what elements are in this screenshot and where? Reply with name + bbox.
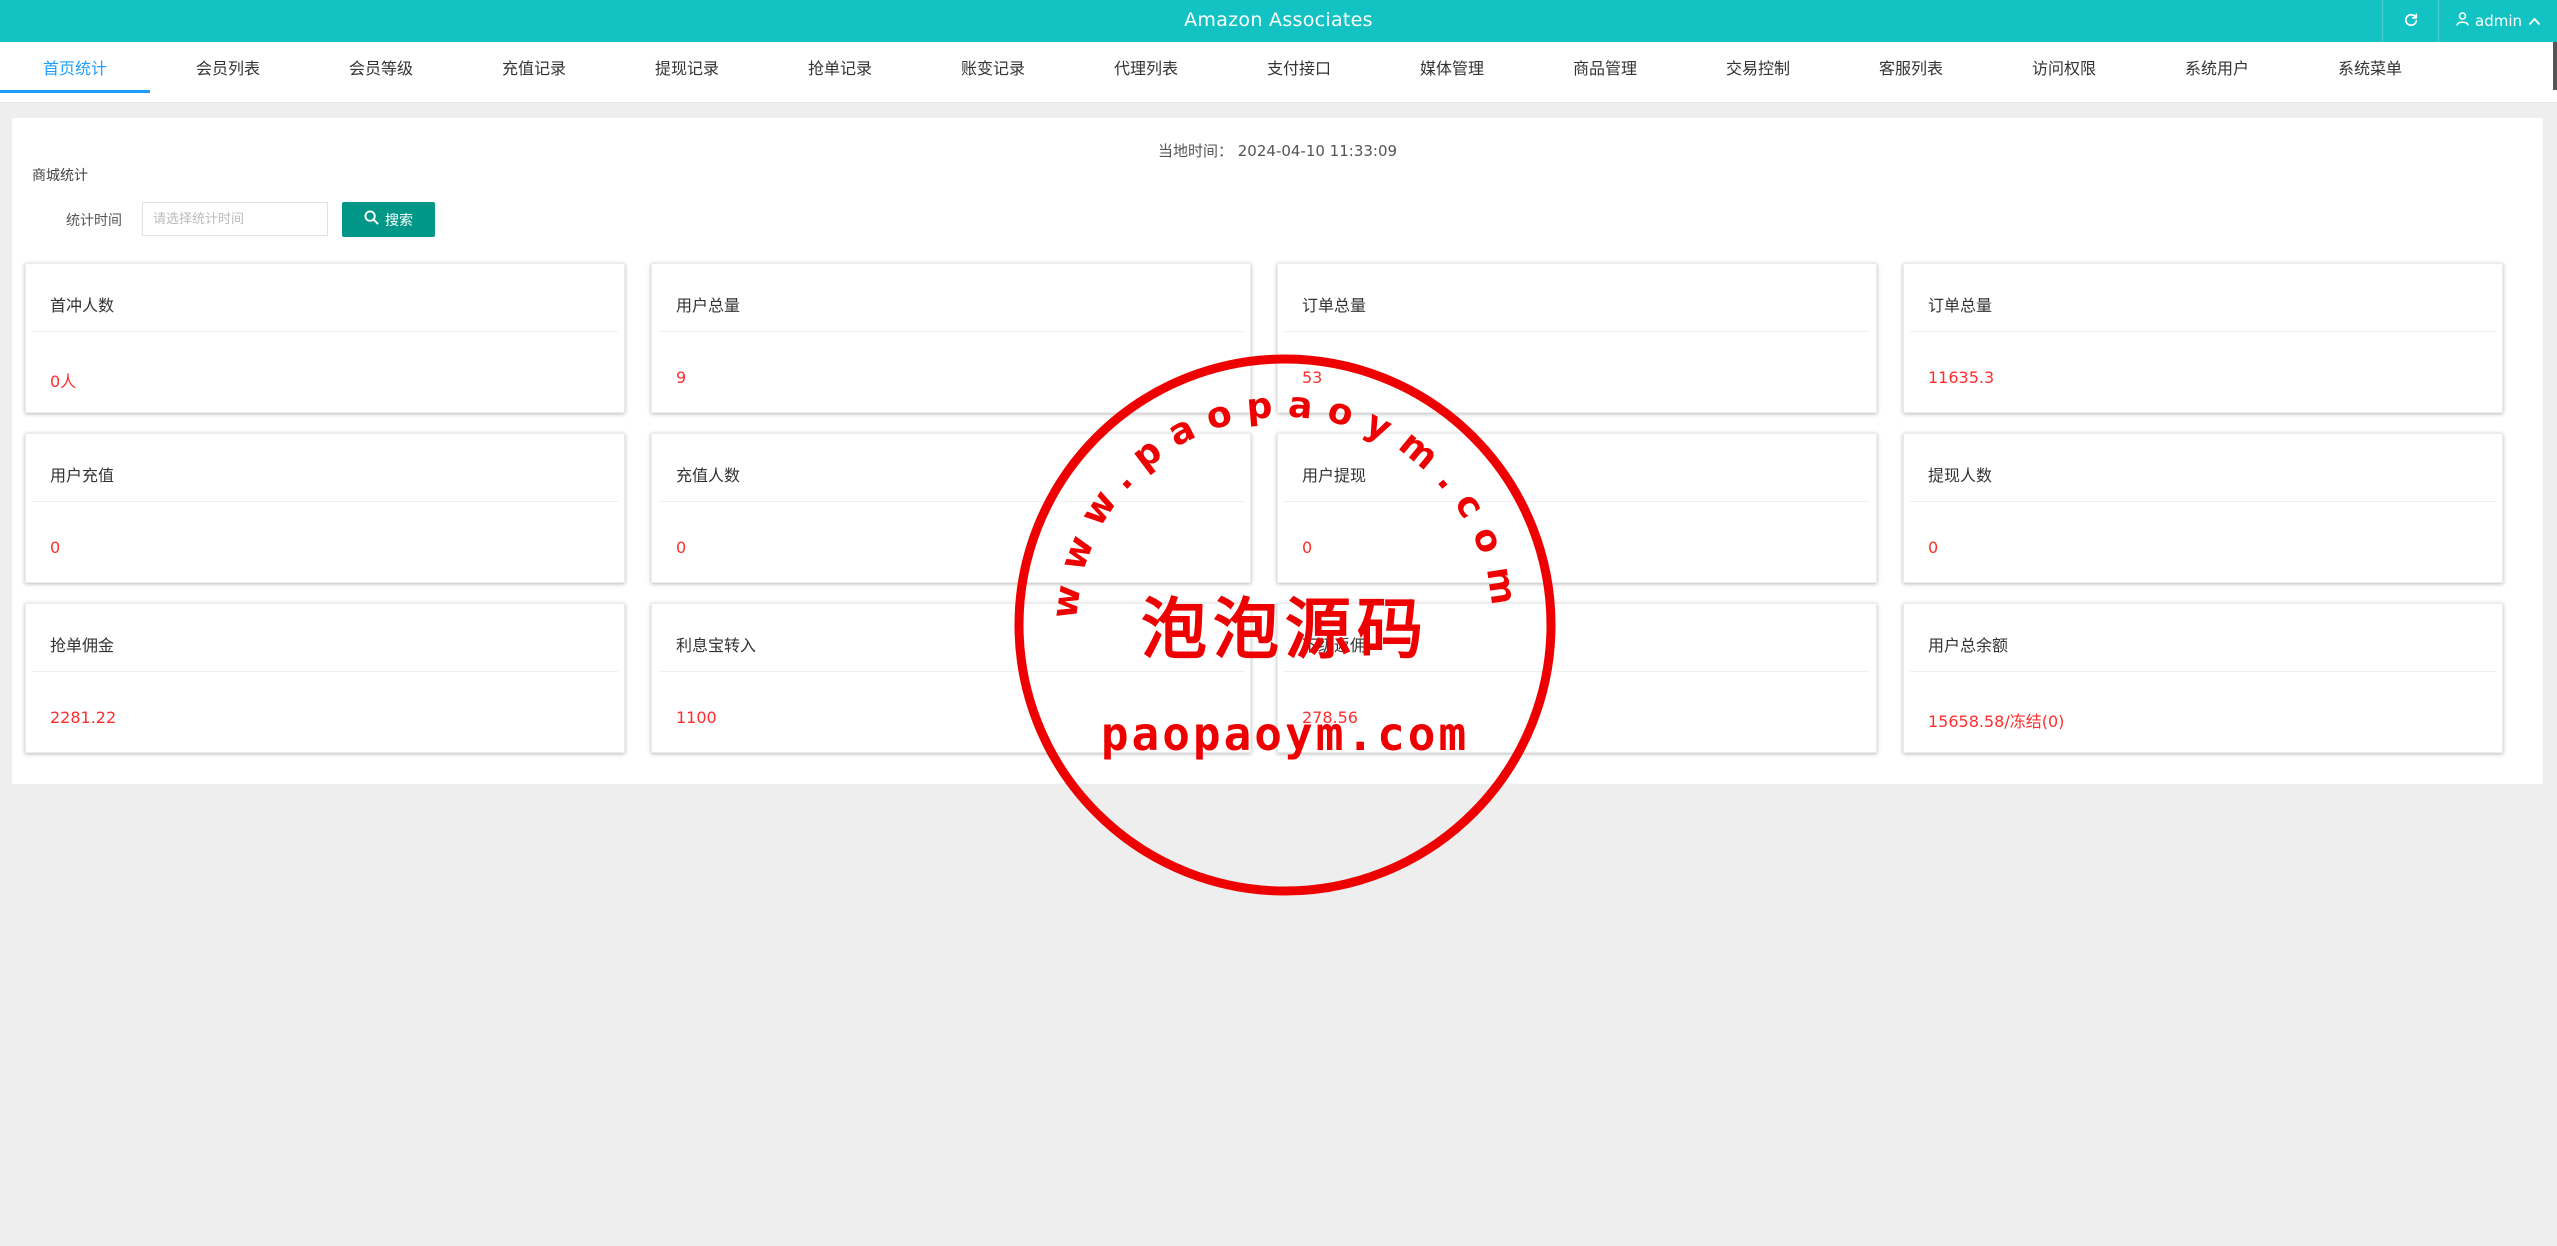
local-time-value: 2024-04-10 11:33:09	[1237, 142, 1398, 160]
stat-card-title: 用户总量	[676, 296, 741, 315]
tab-access-permissions[interactable]: 访问权限	[1989, 42, 2139, 90]
stat-card-title: 充值人数	[676, 466, 741, 485]
stat-card-value: 0	[676, 538, 687, 557]
stat-card-order-amount: 订单总量 11635.3	[1903, 263, 2503, 413]
stat-card-user-recharge: 用户充值 0	[25, 433, 625, 583]
divider	[32, 501, 618, 502]
tabs-scroll-handle[interactable]	[2553, 42, 2557, 90]
stat-card-total-balance: 用户总余额 15658.58/冻结(0)	[1903, 603, 2503, 753]
stat-card-withdraw-users: 提现人数 0	[1903, 433, 2503, 583]
stat-card-title: 抢单佣金	[50, 636, 115, 655]
tab-product-management[interactable]: 商品管理	[1530, 42, 1680, 90]
stat-card-user-withdraw: 用户提现 0	[1277, 433, 1877, 583]
stat-card-title: 用户充值	[50, 466, 115, 485]
tab-payment-interface[interactable]: 支付接口	[1224, 42, 1374, 90]
divider	[1284, 671, 1870, 672]
stat-card-value: 0人	[50, 372, 77, 391]
stat-card-title: 利息宝转入	[676, 636, 757, 655]
tab-trade-control[interactable]: 交易控制	[1683, 42, 1833, 90]
tab-support-list[interactable]: 客服列表	[1836, 42, 1986, 90]
stat-card-title: 订单总量	[1928, 296, 1993, 315]
tab-system-users[interactable]: 系统用户	[2142, 42, 2292, 90]
refresh-button[interactable]	[2382, 0, 2439, 42]
tab-grab-order-records[interactable]: 抢单记录	[765, 42, 915, 90]
top-header: Amazon Associates admin	[0, 0, 2557, 42]
stat-card-value: 0	[1928, 538, 1939, 557]
tab-system-menu[interactable]: 系统菜单	[2295, 42, 2445, 90]
stat-card-value: 9	[676, 368, 687, 387]
stat-card-value: 0	[50, 538, 61, 557]
local-time: 当地时间： 2024-04-10 11:33:09	[12, 140, 2543, 161]
tab-agent-list[interactable]: 代理列表	[1071, 42, 1221, 90]
stat-time-input[interactable]	[142, 202, 328, 236]
app-title: Amazon Associates	[1184, 9, 1373, 31]
stat-card-title: 订单总量	[1302, 296, 1367, 315]
stat-card-interest-transfer-in: 利息宝转入 1100	[651, 603, 1251, 753]
divider	[1284, 501, 1870, 502]
stat-card-value: 2281.22	[50, 708, 117, 727]
refresh-icon	[2404, 12, 2418, 31]
divider	[658, 671, 1244, 672]
stat-card-total-orders: 订单总量 53	[1277, 263, 1877, 413]
divider	[32, 671, 618, 672]
local-time-label: 当地时间：	[1157, 142, 1233, 160]
stat-card-title: 首冲人数	[50, 296, 115, 315]
tab-account-change[interactable]: 账变记录	[918, 42, 1068, 90]
stat-time-label: 统计时间	[66, 213, 122, 229]
stat-card-title: 下级返佣	[1302, 636, 1367, 655]
stat-card-value: 53	[1302, 368, 1323, 387]
stat-card-value: 1100	[676, 708, 717, 727]
user-name: admin	[2475, 12, 2522, 30]
stat-card-value: 11635.3	[1928, 368, 1995, 387]
stat-card-value: 15658.58/冻结(0)	[1928, 712, 2065, 731]
stat-card-subordinate-commission: 下级返佣 278.56	[1277, 603, 1877, 753]
divider	[658, 331, 1244, 332]
stat-card-recharge-users: 充值人数 0	[651, 433, 1251, 583]
stat-card-value: 0	[1302, 538, 1313, 557]
divider	[1910, 671, 2496, 672]
stat-card-first-recharge-users: 首冲人数 0人	[25, 263, 625, 413]
divider	[658, 501, 1244, 502]
user-icon	[2456, 12, 2469, 30]
tab-media-management[interactable]: 媒体管理	[1377, 42, 1527, 90]
chevron-up-icon	[2528, 12, 2541, 30]
tab-home-stats[interactable]: 首页统计	[0, 42, 150, 93]
stat-card-grab-commission: 抢单佣金 2281.22	[25, 603, 625, 753]
divider	[1284, 331, 1870, 332]
search-button[interactable]: 搜索	[342, 202, 435, 237]
stat-card-total-users: 用户总量 9	[651, 263, 1251, 413]
stats-panel: 当地时间： 2024-04-10 11:33:09 商城统计 统计时间 搜索 首…	[12, 118, 2543, 784]
section-title: 商城统计	[32, 168, 88, 184]
tab-member-level[interactable]: 会员等级	[306, 42, 456, 90]
tab-recharge-records[interactable]: 充值记录	[459, 42, 609, 90]
stat-card-title: 用户提现	[1302, 466, 1367, 485]
tab-withdraw-records[interactable]: 提现记录	[612, 42, 762, 90]
tab-member-list[interactable]: 会员列表	[153, 42, 303, 90]
divider	[1910, 501, 2496, 502]
divider	[32, 331, 618, 332]
stat-card-title: 用户总余额	[1928, 636, 2009, 655]
main-nav-tabs: 首页统计 会员列表 会员等级 充值记录 提现记录 抢单记录 账变记录 代理列表 …	[0, 42, 2557, 103]
search-icon	[364, 210, 379, 229]
search-button-label: 搜索	[385, 212, 413, 229]
stat-card-title: 提现人数	[1928, 466, 1993, 485]
divider	[1910, 331, 2496, 332]
stat-card-value: 278.56	[1302, 708, 1358, 727]
user-menu[interactable]: admin	[2438, 0, 2557, 42]
